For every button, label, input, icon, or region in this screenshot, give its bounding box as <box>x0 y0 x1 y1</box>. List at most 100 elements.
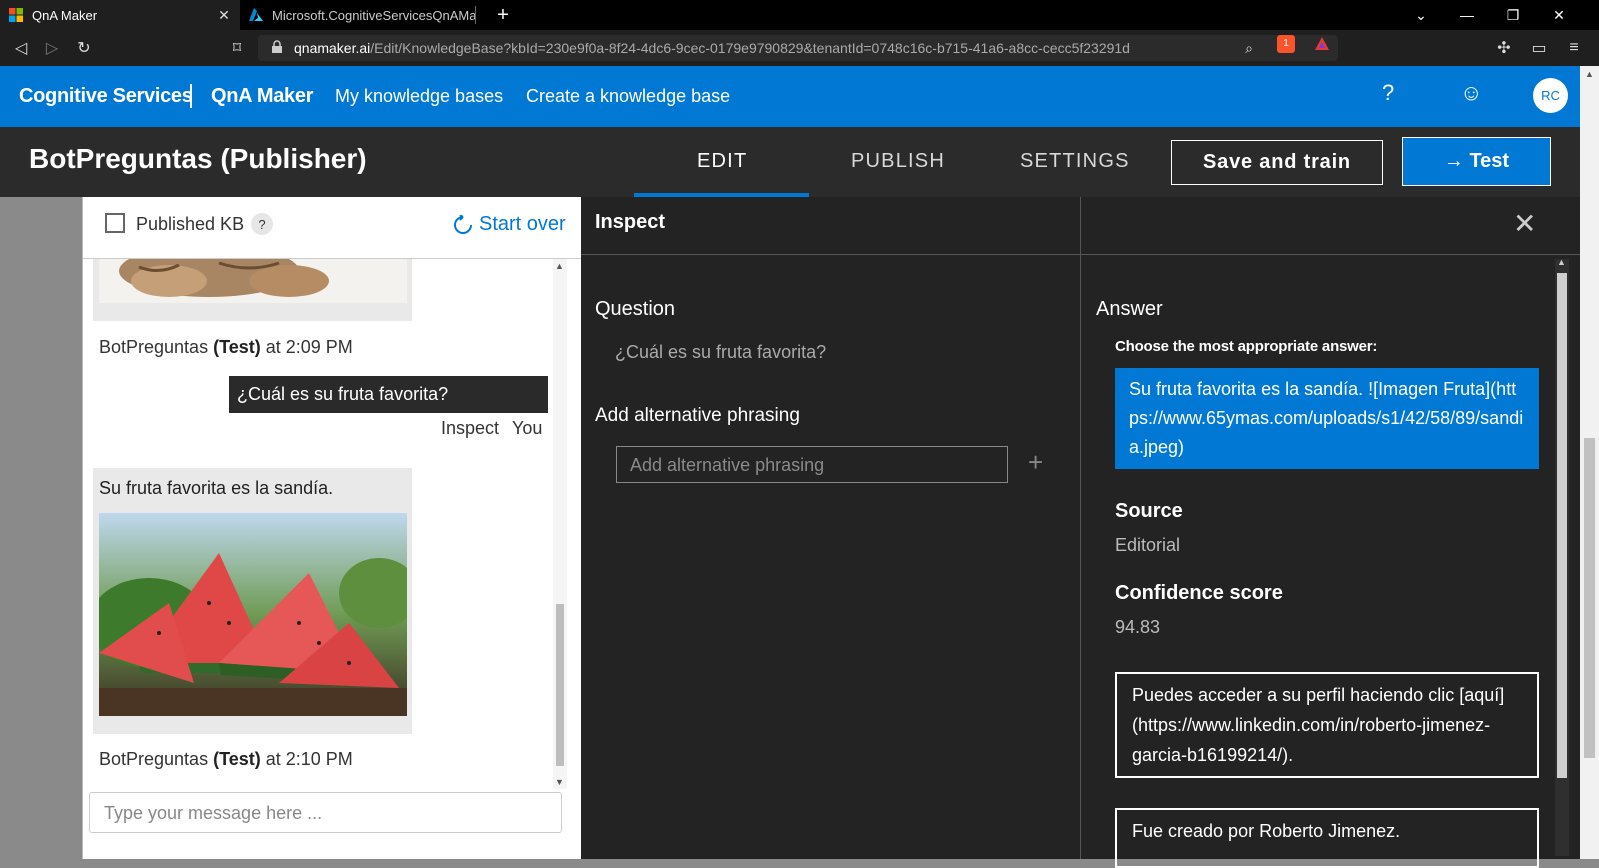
answer-label: Answer <box>1096 298 1163 320</box>
question-label: Question <box>595 298 676 320</box>
inspect-title: Inspect <box>595 211 666 233</box>
feedback-smiley-icon[interactable]: ☺ <box>1460 80 1482 106</box>
url-path: /Edit/KnowledgeBase?kbId=230e9f0a-8f24-4… <box>370 40 1130 56</box>
alt-phrasing-label: Add alternative phrasing <box>595 405 800 426</box>
meta-suffix: at 2:10 PM <box>260 749 353 769</box>
app-header: Cognitive Services QnA Maker My knowledg… <box>0 66 1580 127</box>
page-scrollbar[interactable]: ▲ <box>1580 66 1599 859</box>
meta-prefix: BotPreguntas <box>99 337 214 357</box>
inspect-scrollbar[interactable]: ▲ <box>1555 257 1569 856</box>
published-kb-checkbox[interactable] <box>105 213 125 233</box>
back-icon[interactable]: ◁ <box>9 36 33 60</box>
azure-logo-icon <box>249 8 263 21</box>
meta-bold: (Test) <box>213 337 261 357</box>
forward-icon[interactable]: ▷ <box>40 36 64 60</box>
scroll-down-icon[interactable]: ▼ <box>555 777 564 787</box>
scroll-up-icon[interactable]: ▲ <box>1557 257 1566 267</box>
scroll-thumb[interactable] <box>1584 438 1595 758</box>
alternate-answer[interactable]: Puedes acceder a su perfil haciendo clic… <box>1115 672 1539 778</box>
tab-settings[interactable]: SETTINGS <box>1020 150 1130 173</box>
meta-suffix: at 2:09 PM <box>260 337 353 357</box>
meta-bold: (Test) <box>213 749 261 769</box>
chat-scrollbar[interactable]: ▲ ▼ <box>553 259 567 789</box>
header-divider <box>190 84 192 108</box>
save-and-train-button[interactable]: Save and train <box>1171 140 1383 185</box>
help-icon[interactable]: ? <box>1382 80 1394 106</box>
help-badge-icon[interactable]: ? <box>251 213 273 235</box>
extensions-icon[interactable]: ✣ <box>1492 36 1516 60</box>
source-label: Source <box>1115 500 1183 522</box>
scroll-up-icon[interactable]: ▲ <box>555 261 564 271</box>
inspect-panel: Inspect ✕ Question ¿Cuál es su fruta fav… <box>581 197 1580 868</box>
message-input[interactable]: Type your message here ... <box>89 792 562 833</box>
inspect-link[interactable]: Inspect <box>441 418 499 439</box>
refresh-icon <box>454 214 472 234</box>
browser-nav-bar: ◁ ▷ ↻ ⌑ qnamaker.ai/Edit/KnowledgeBase?k… <box>0 30 1599 66</box>
new-tab-icon[interactable]: + <box>492 4 514 26</box>
brave-count: 1 <box>1283 38 1289 49</box>
address-bar[interactable]: qnamaker.ai/Edit/KnowledgeBase?kbId=230e… <box>258 35 1338 61</box>
bot-meta-2: BotPreguntas (Test) at 2:10 PM <box>99 749 353 770</box>
avatar[interactable]: RC <box>1533 78 1568 113</box>
source-value: Editorial <box>1115 535 1181 555</box>
tab-divider <box>475 6 476 24</box>
nav-my-knowledge-bases[interactable]: My knowledge bases <box>335 86 503 107</box>
brand-link[interactable]: Cognitive Services <box>19 85 193 108</box>
browser-tab-title: Microsoft.CognitiveServicesQnAMaker <box>272 7 475 23</box>
selected-answer[interactable]: Su fruta favorita es la sandía. ![Imagen… <box>1115 368 1539 469</box>
browser-tab-qna-maker[interactable]: QnA Maker ✕ <box>0 0 240 30</box>
tab-edit[interactable]: EDIT <box>697 150 747 173</box>
close-icon[interactable]: ✕ <box>1513 207 1536 240</box>
test-chat-panel: Published KB ? Start over BotPreguntas (… <box>82 197 582 859</box>
meta-prefix: BotPreguntas <box>99 749 214 769</box>
wallet-icon[interactable]: ▭ <box>1527 36 1551 60</box>
watermelon-image <box>99 513 407 716</box>
start-over-button[interactable]: Start over <box>453 213 566 236</box>
tab-publish[interactable]: PUBLISH <box>851 150 945 173</box>
test-button[interactable]: → Test <box>1402 137 1551 186</box>
divider <box>1080 197 1081 859</box>
scroll-thumb[interactable] <box>1557 273 1567 778</box>
kb-header: BotPreguntas (Publisher) EDIT PUBLISH SE… <box>0 127 1580 197</box>
brave-rewards-icon[interactable] <box>1313 35 1331 53</box>
close-tab-icon[interactable]: ✕ <box>216 7 232 24</box>
cat-image <box>99 259 407 303</box>
menu-icon[interactable]: ≡ <box>1562 36 1586 60</box>
confidence-label: Confidence score <box>1115 582 1283 604</box>
nav-create-knowledge-base[interactable]: Create a knowledge base <box>526 86 730 107</box>
scroll-up-icon[interactable]: ▲ <box>1585 69 1594 79</box>
you-label: You <box>512 418 543 438</box>
bot-reply-text: Su fruta favorita es la sandía. <box>99 478 334 498</box>
browser-tab-azure[interactable]: Microsoft.CognitiveServicesQnAMaker <box>240 0 484 30</box>
bot-message-cat <box>93 259 412 321</box>
question-text: ¿Cuál es su fruta favorita? <box>615 342 827 362</box>
restore-icon[interactable]: ❐ <box>1490 0 1536 30</box>
reload-icon[interactable]: ↻ <box>72 36 96 60</box>
choose-answer-label: Choose the most appropriate answer: <box>1115 338 1378 355</box>
start-over-label: Start over <box>479 213 566 235</box>
scroll-thumb[interactable] <box>556 604 564 766</box>
alternate-answer[interactable]: Fue creado por Roberto Jimenez. <box>1115 808 1539 868</box>
microsoft-logo-icon <box>9 8 23 22</box>
published-kb-label: Published KB <box>136 214 245 234</box>
product-link[interactable]: QnA Maker <box>211 85 313 108</box>
minimize-icon[interactable]: — <box>1444 0 1490 30</box>
brave-shield-icon[interactable]: 1 <box>1277 35 1295 53</box>
bookmark-icon[interactable]: ⌑ <box>225 36 249 60</box>
add-icon[interactable]: + <box>1028 447 1043 478</box>
url-domain: qnamaker.ai <box>294 40 371 56</box>
chat-header: Published KB ? Start over <box>83 197 582 259</box>
browser-tab-title: QnA Maker <box>32 7 98 23</box>
browser-tab-bar: QnA Maker ✕ Microsoft.CognitiveServicesQ… <box>0 0 1599 30</box>
user-message: ¿Cuál es su fruta favorita? <box>229 376 548 413</box>
confidence-value: 94.83 <box>1115 617 1161 637</box>
bot-message-melon: Su fruta favorita es la sandía. <box>93 468 412 734</box>
window-close-icon[interactable]: ✕ <box>1536 0 1582 30</box>
zoom-icon[interactable]: ⌕ <box>1237 36 1261 60</box>
page-title: BotPreguntas (Publisher) <box>29 143 367 174</box>
tab-search-icon[interactable]: ⌄ <box>1398 0 1444 30</box>
bot-meta-1: BotPreguntas (Test) at 2:09 PM <box>99 337 353 358</box>
alt-phrasing-input[interactable]: Add alternative phrasing <box>616 446 1008 483</box>
lock-icon <box>272 40 282 53</box>
chat-transcript: BotPreguntas (Test) at 2:09 PM ¿Cuál es … <box>83 259 568 794</box>
